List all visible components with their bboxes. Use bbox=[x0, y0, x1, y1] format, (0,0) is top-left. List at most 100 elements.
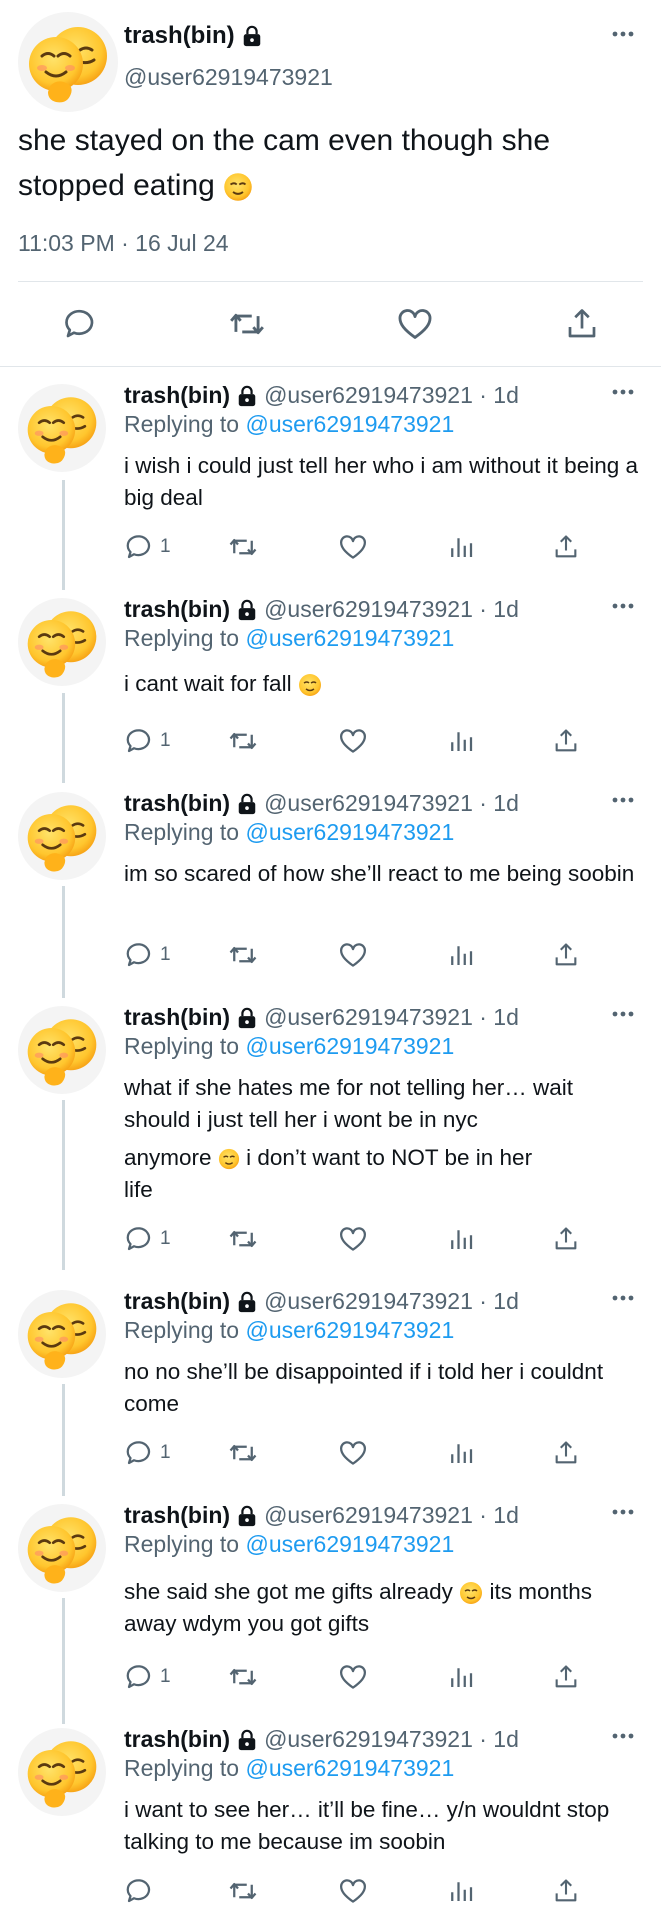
views-button[interactable] bbox=[446, 1222, 476, 1256]
views-button[interactable] bbox=[446, 530, 476, 564]
more-icon[interactable] bbox=[611, 1010, 635, 1018]
views-button[interactable] bbox=[446, 1660, 476, 1694]
like-button[interactable] bbox=[338, 1874, 368, 1908]
reply-button[interactable]: 1 bbox=[124, 724, 171, 758]
like-button[interactable] bbox=[393, 302, 437, 346]
replying-to: Replying to @user62919473921 bbox=[124, 1531, 454, 1558]
handle-time[interactable]: @user62919473921 · 1d bbox=[264, 1502, 519, 1529]
retweet-button[interactable] bbox=[225, 302, 269, 346]
avatar[interactable] bbox=[18, 1504, 106, 1592]
retweet-button[interactable] bbox=[228, 1436, 258, 1470]
retweet-button[interactable] bbox=[228, 1222, 258, 1256]
display-name[interactable]: trash(bin) bbox=[124, 596, 230, 623]
like-button[interactable] bbox=[338, 1222, 368, 1256]
reply-button[interactable]: 1 bbox=[124, 1222, 171, 1256]
handle-time[interactable]: @user62919473921 · 1d bbox=[264, 596, 519, 623]
avatar[interactable] bbox=[18, 598, 106, 686]
share-button[interactable] bbox=[552, 724, 580, 758]
share-button[interactable] bbox=[552, 1222, 580, 1256]
avatar[interactable] bbox=[18, 12, 118, 112]
more-icon[interactable] bbox=[611, 1732, 635, 1740]
retweet-button[interactable] bbox=[228, 1874, 258, 1908]
retweet-button[interactable] bbox=[228, 724, 258, 758]
more-icon[interactable] bbox=[611, 602, 635, 610]
more-icon[interactable] bbox=[611, 1508, 635, 1516]
avatar[interactable] bbox=[18, 384, 106, 472]
views-button[interactable] bbox=[446, 938, 476, 972]
pensive-face-icon bbox=[298, 673, 322, 697]
mention-link[interactable]: @user62919473921 bbox=[245, 819, 454, 845]
like-button[interactable] bbox=[338, 1436, 368, 1470]
smiling-face-with-hearts-icon bbox=[223, 172, 253, 202]
replying-label: Replying to bbox=[124, 625, 240, 651]
share-button[interactable] bbox=[552, 530, 580, 564]
tweet-text: she stayed on the cam even though she st… bbox=[18, 118, 638, 208]
display-name[interactable]: trash(bin) bbox=[124, 382, 230, 409]
handle[interactable]: @user62919473921 bbox=[124, 64, 333, 91]
reply-button[interactable]: 1 bbox=[124, 530, 171, 564]
display-name[interactable]: trash(bin) bbox=[124, 1726, 230, 1753]
reply-tweet[interactable]: trash(bin) @user62919473921 · 1d Replyin… bbox=[0, 582, 661, 774]
retweet-button[interactable] bbox=[228, 530, 258, 564]
reply-tweet[interactable]: trash(bin) @user62919473921 · 1d Replyin… bbox=[0, 368, 661, 580]
display-name[interactable]: trash(bin) bbox=[124, 1004, 230, 1031]
reply-tweet[interactable]: trash(bin) @user62919473921 · 1d Replyin… bbox=[0, 990, 661, 1272]
avatar[interactable] bbox=[18, 1290, 106, 1378]
like-button[interactable] bbox=[338, 724, 368, 758]
share-button[interactable] bbox=[552, 1874, 580, 1908]
retweet-button[interactable] bbox=[228, 1660, 258, 1694]
reply-count: 1 bbox=[160, 1442, 171, 1463]
like-button[interactable] bbox=[338, 1660, 368, 1694]
reply-tweet[interactable]: trash(bin) @user62919473921 · 1d Replyin… bbox=[0, 1274, 661, 1486]
reply-icon bbox=[124, 726, 154, 756]
reply-tweet[interactable]: trash(bin) @user62919473921 · 1d Replyin… bbox=[0, 1488, 661, 1710]
reply-tweet[interactable]: trash(bin) @user62919473921 · 1d Replyin… bbox=[0, 1712, 661, 1920]
mention-link[interactable]: @user62919473921 bbox=[245, 1755, 454, 1781]
like-button[interactable] bbox=[338, 530, 368, 564]
mention-link[interactable]: @user62919473921 bbox=[245, 625, 454, 651]
reply-button[interactable]: 1 bbox=[124, 938, 171, 972]
reply-button[interactable]: 1 bbox=[124, 1436, 171, 1470]
reply-button[interactable] bbox=[124, 1874, 160, 1908]
reply-button[interactable] bbox=[58, 302, 102, 346]
mention-link[interactable]: @user62919473921 bbox=[245, 1531, 454, 1557]
handle-time[interactable]: @user62919473921 · 1d bbox=[264, 382, 519, 409]
mention-link[interactable]: @user62919473921 bbox=[245, 1033, 454, 1059]
mention-link[interactable]: @user62919473921 bbox=[245, 1317, 454, 1343]
avatar[interactable] bbox=[18, 1006, 106, 1094]
avatar[interactable] bbox=[18, 1728, 106, 1816]
action-bar: 1 bbox=[124, 938, 594, 972]
share-button[interactable] bbox=[552, 1660, 580, 1694]
retweet-button[interactable] bbox=[228, 938, 258, 972]
handle-time[interactable]: @user62919473921 · 1d bbox=[264, 1004, 519, 1031]
like-button[interactable] bbox=[338, 938, 368, 972]
handle-time[interactable]: @user62919473921 · 1d bbox=[264, 1726, 519, 1753]
handle-time[interactable]: @user62919473921 · 1d bbox=[264, 1288, 519, 1315]
like-icon bbox=[338, 940, 368, 970]
more-icon[interactable] bbox=[611, 388, 635, 396]
more-icon[interactable] bbox=[611, 30, 635, 38]
display-name[interactable]: trash(bin) bbox=[124, 790, 230, 817]
views-icon bbox=[446, 1438, 476, 1468]
reply-text-content: anymore bbox=[124, 1145, 212, 1170]
timestamp[interactable]: 11:03 PM · 16 Jul 24 bbox=[18, 230, 229, 257]
share-button[interactable] bbox=[552, 938, 580, 972]
reply-tweet[interactable]: trash(bin) @user62919473921 · 1d Replyin… bbox=[0, 776, 661, 988]
share-button[interactable] bbox=[560, 302, 604, 346]
display-name[interactable]: trash(bin) bbox=[124, 22, 235, 50]
views-button[interactable] bbox=[446, 1436, 476, 1470]
more-icon[interactable] bbox=[611, 796, 635, 804]
views-icon bbox=[446, 726, 476, 756]
avatar[interactable] bbox=[18, 792, 106, 880]
share-button[interactable] bbox=[552, 1436, 580, 1470]
handle-time[interactable]: @user62919473921 · 1d bbox=[264, 790, 519, 817]
display-name[interactable]: trash(bin) bbox=[124, 1288, 230, 1315]
reply-count: 1 bbox=[160, 730, 171, 751]
more-icon[interactable] bbox=[611, 1294, 635, 1302]
mention-link[interactable]: @user62919473921 bbox=[245, 411, 454, 437]
lock-icon bbox=[236, 793, 258, 815]
reply-button[interactable]: 1 bbox=[124, 1660, 171, 1694]
display-name[interactable]: trash(bin) bbox=[124, 1502, 230, 1529]
views-button[interactable] bbox=[446, 1874, 476, 1908]
views-button[interactable] bbox=[446, 724, 476, 758]
